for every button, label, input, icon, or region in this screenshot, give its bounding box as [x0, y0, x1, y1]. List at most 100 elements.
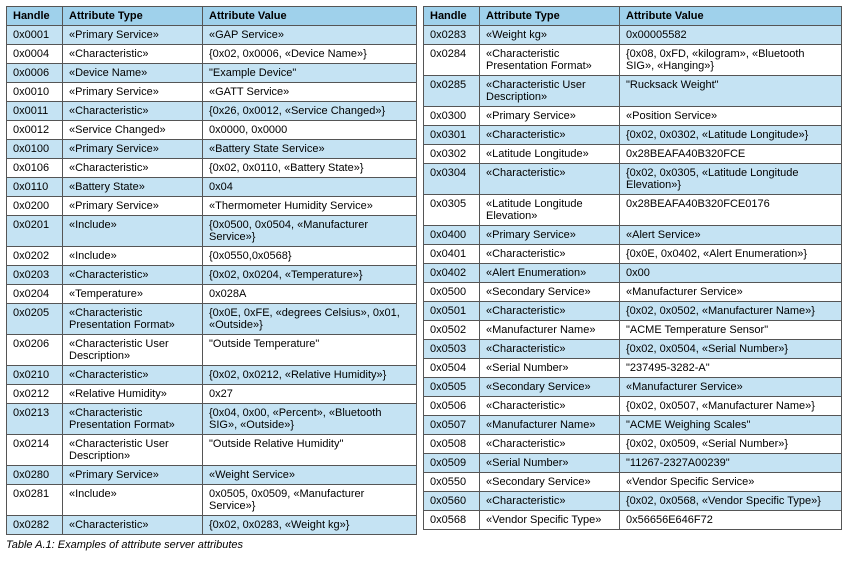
cell-handle: 0x0204: [7, 285, 63, 304]
table-row: 0x0210«Characteristic»{0x02, 0x0212, «Re…: [7, 366, 417, 385]
cell-value: 0x0000, 0x0000: [203, 121, 417, 140]
cell-handle: 0x0202: [7, 247, 63, 266]
table-row: 0x0106«Characteristic»{0x02, 0x0110, «Ba…: [7, 159, 417, 178]
table-row: 0x0283«Weight kg»0x00005582: [424, 26, 842, 45]
cell-value: {0x0E, 0xFE, «degrees Celsius», 0x01, «O…: [203, 304, 417, 335]
table-row: 0x0012«Service Changed»0x0000, 0x0000: [7, 121, 417, 140]
cell-type: «Characteristic Presentation Format»: [63, 304, 203, 335]
cell-handle: 0x0201: [7, 216, 63, 247]
table-caption: Table A.1: Examples of attribute server …: [6, 539, 861, 551]
cell-type: «Vendor Specific Type»: [480, 511, 620, 530]
cell-type: «Latitude Longitude»: [480, 145, 620, 164]
cell-type: «Characteristic»: [480, 340, 620, 359]
cell-value: {0x02, 0x0212, «Relative Humidity»}: [203, 366, 417, 385]
cell-value: "Example Device": [203, 64, 417, 83]
cell-handle: 0x0507: [424, 416, 480, 435]
col-handle-header: Handle: [424, 7, 480, 26]
cell-value: {0x02, 0x0502, «Manufacturer Name»}: [620, 302, 842, 321]
cell-value: 0x28BEAFA40B320FCE: [620, 145, 842, 164]
cell-handle: 0x0283: [424, 26, 480, 45]
cell-value: {0x02, 0x0204, «Temperature»}: [203, 266, 417, 285]
cell-handle: 0x0010: [7, 83, 63, 102]
table-row: 0x0214«Characteristic User Description»"…: [7, 435, 417, 466]
cell-handle: 0x0110: [7, 178, 63, 197]
cell-type: «Primary Service»: [63, 26, 203, 45]
cell-type: «Serial Number»: [480, 359, 620, 378]
table-row: 0x0560«Characteristic»{0x02, 0x0568, «Ve…: [424, 492, 842, 511]
cell-handle: 0x0285: [424, 76, 480, 107]
table-row: 0x0504«Serial Number»"237495-3282-A": [424, 359, 842, 378]
cell-handle: 0x0282: [7, 516, 63, 535]
table-row: 0x0401«Characteristic»{0x0E, 0x0402, «Al…: [424, 245, 842, 264]
cell-type: «Serial Number»: [480, 454, 620, 473]
cell-value: {0x02, 0x0568, «Vendor Specific Type»}: [620, 492, 842, 511]
page: Handle Attribute Type Attribute Value 0x…: [0, 0, 867, 567]
cell-value: 0x028A: [203, 285, 417, 304]
cell-handle: 0x0011: [7, 102, 63, 121]
cell-handle: 0x0506: [424, 397, 480, 416]
cell-type: «Primary Service»: [63, 140, 203, 159]
cell-type: «Characteristic»: [63, 266, 203, 285]
col-type-header: Attribute Type: [480, 7, 620, 26]
cell-type: «Primary Service»: [63, 83, 203, 102]
cell-type: «Primary Service»: [480, 226, 620, 245]
cell-handle: 0x0004: [7, 45, 63, 64]
cell-value: {0x26, 0x0012, «Service Changed»}: [203, 102, 417, 121]
cell-type: «Latitude Longitude Elevation»: [480, 195, 620, 226]
table-row: 0x0304«Characteristic»{0x02, 0x0305, «La…: [424, 164, 842, 195]
cell-value: «Manufacturer Service»: [620, 378, 842, 397]
cell-type: «Secondary Service»: [480, 378, 620, 397]
table-row: 0x0509«Serial Number»"11267-2327A00239": [424, 454, 842, 473]
cell-value: "Outside Relative Humidity": [203, 435, 417, 466]
cell-handle: 0x0304: [424, 164, 480, 195]
table-row: 0x0004«Characteristic»{0x02, 0x0006, «De…: [7, 45, 417, 64]
table-row: 0x0206«Characteristic User Description»"…: [7, 335, 417, 366]
table-row: 0x0568«Vendor Specific Type»0x56656E646F…: [424, 511, 842, 530]
attributes-table-left: Handle Attribute Type Attribute Value 0x…: [6, 6, 417, 535]
table-row: 0x0505«Secondary Service»«Manufacturer S…: [424, 378, 842, 397]
cell-handle: 0x0305: [424, 195, 480, 226]
cell-type: «Device Name»: [63, 64, 203, 83]
table-row: 0x0501«Characteristic»{0x02, 0x0502, «Ma…: [424, 302, 842, 321]
cell-value: {0x02, 0x0504, «Serial Number»}: [620, 340, 842, 359]
cell-type: «Characteristic»: [63, 159, 203, 178]
table-row: 0x0402«Alert Enumeration»0x00: [424, 264, 842, 283]
table-row: 0x0400«Primary Service»«Alert Service»: [424, 226, 842, 245]
cell-type: «Secondary Service»: [480, 283, 620, 302]
cell-type: «Characteristic»: [63, 366, 203, 385]
cell-handle: 0x0508: [424, 435, 480, 454]
table-row: 0x0006«Device Name»"Example Device": [7, 64, 417, 83]
table-row: 0x0285«Characteristic User Description»"…: [424, 76, 842, 107]
table-row: 0x0506«Characteristic»{0x02, 0x0507, «Ma…: [424, 397, 842, 416]
cell-value: «Manufacturer Service»: [620, 283, 842, 302]
col-type-header: Attribute Type: [63, 7, 203, 26]
cell-type: «Include»: [63, 216, 203, 247]
table-row: 0x0281«Include»0x0505, 0x0509, «Manufact…: [7, 485, 417, 516]
table-row: 0x0100«Primary Service»«Battery State Se…: [7, 140, 417, 159]
cell-type: «Temperature»: [63, 285, 203, 304]
cell-type: «Alert Enumeration»: [480, 264, 620, 283]
cell-value: {0x02, 0x0509, «Serial Number»}: [620, 435, 842, 454]
cell-value: {0x0500, 0x0504, «Manufacturer Service»}: [203, 216, 417, 247]
cell-type: «Characteristic»: [480, 245, 620, 264]
cell-value: {0x02, 0x0302, «Latitude Longitude»}: [620, 126, 842, 145]
cell-type: «Primary Service»: [63, 466, 203, 485]
table-row: 0x0302«Latitude Longitude»0x28BEAFA40B32…: [424, 145, 842, 164]
table-row: 0x0507«Manufacturer Name»"ACME Weighing …: [424, 416, 842, 435]
cell-value: "Outside Temperature": [203, 335, 417, 366]
cell-type: «Characteristic»: [63, 45, 203, 64]
cell-type: «Include»: [63, 485, 203, 516]
cell-value: 0x04: [203, 178, 417, 197]
cell-handle: 0x0568: [424, 511, 480, 530]
cell-handle: 0x0280: [7, 466, 63, 485]
cell-value: {0x02, 0x0283, «Weight kg»}: [203, 516, 417, 535]
cell-handle: 0x0400: [424, 226, 480, 245]
table-row: 0x0500«Secondary Service»«Manufacturer S…: [424, 283, 842, 302]
cell-type: «Primary Service»: [480, 107, 620, 126]
two-column-layout: Handle Attribute Type Attribute Value 0x…: [6, 6, 861, 535]
cell-value: 0x56656E646F72: [620, 511, 842, 530]
cell-handle: 0x0214: [7, 435, 63, 466]
cell-value: 0x00: [620, 264, 842, 283]
cell-type: «Characteristic Presentation Format»: [480, 45, 620, 76]
cell-handle: 0x0501: [424, 302, 480, 321]
